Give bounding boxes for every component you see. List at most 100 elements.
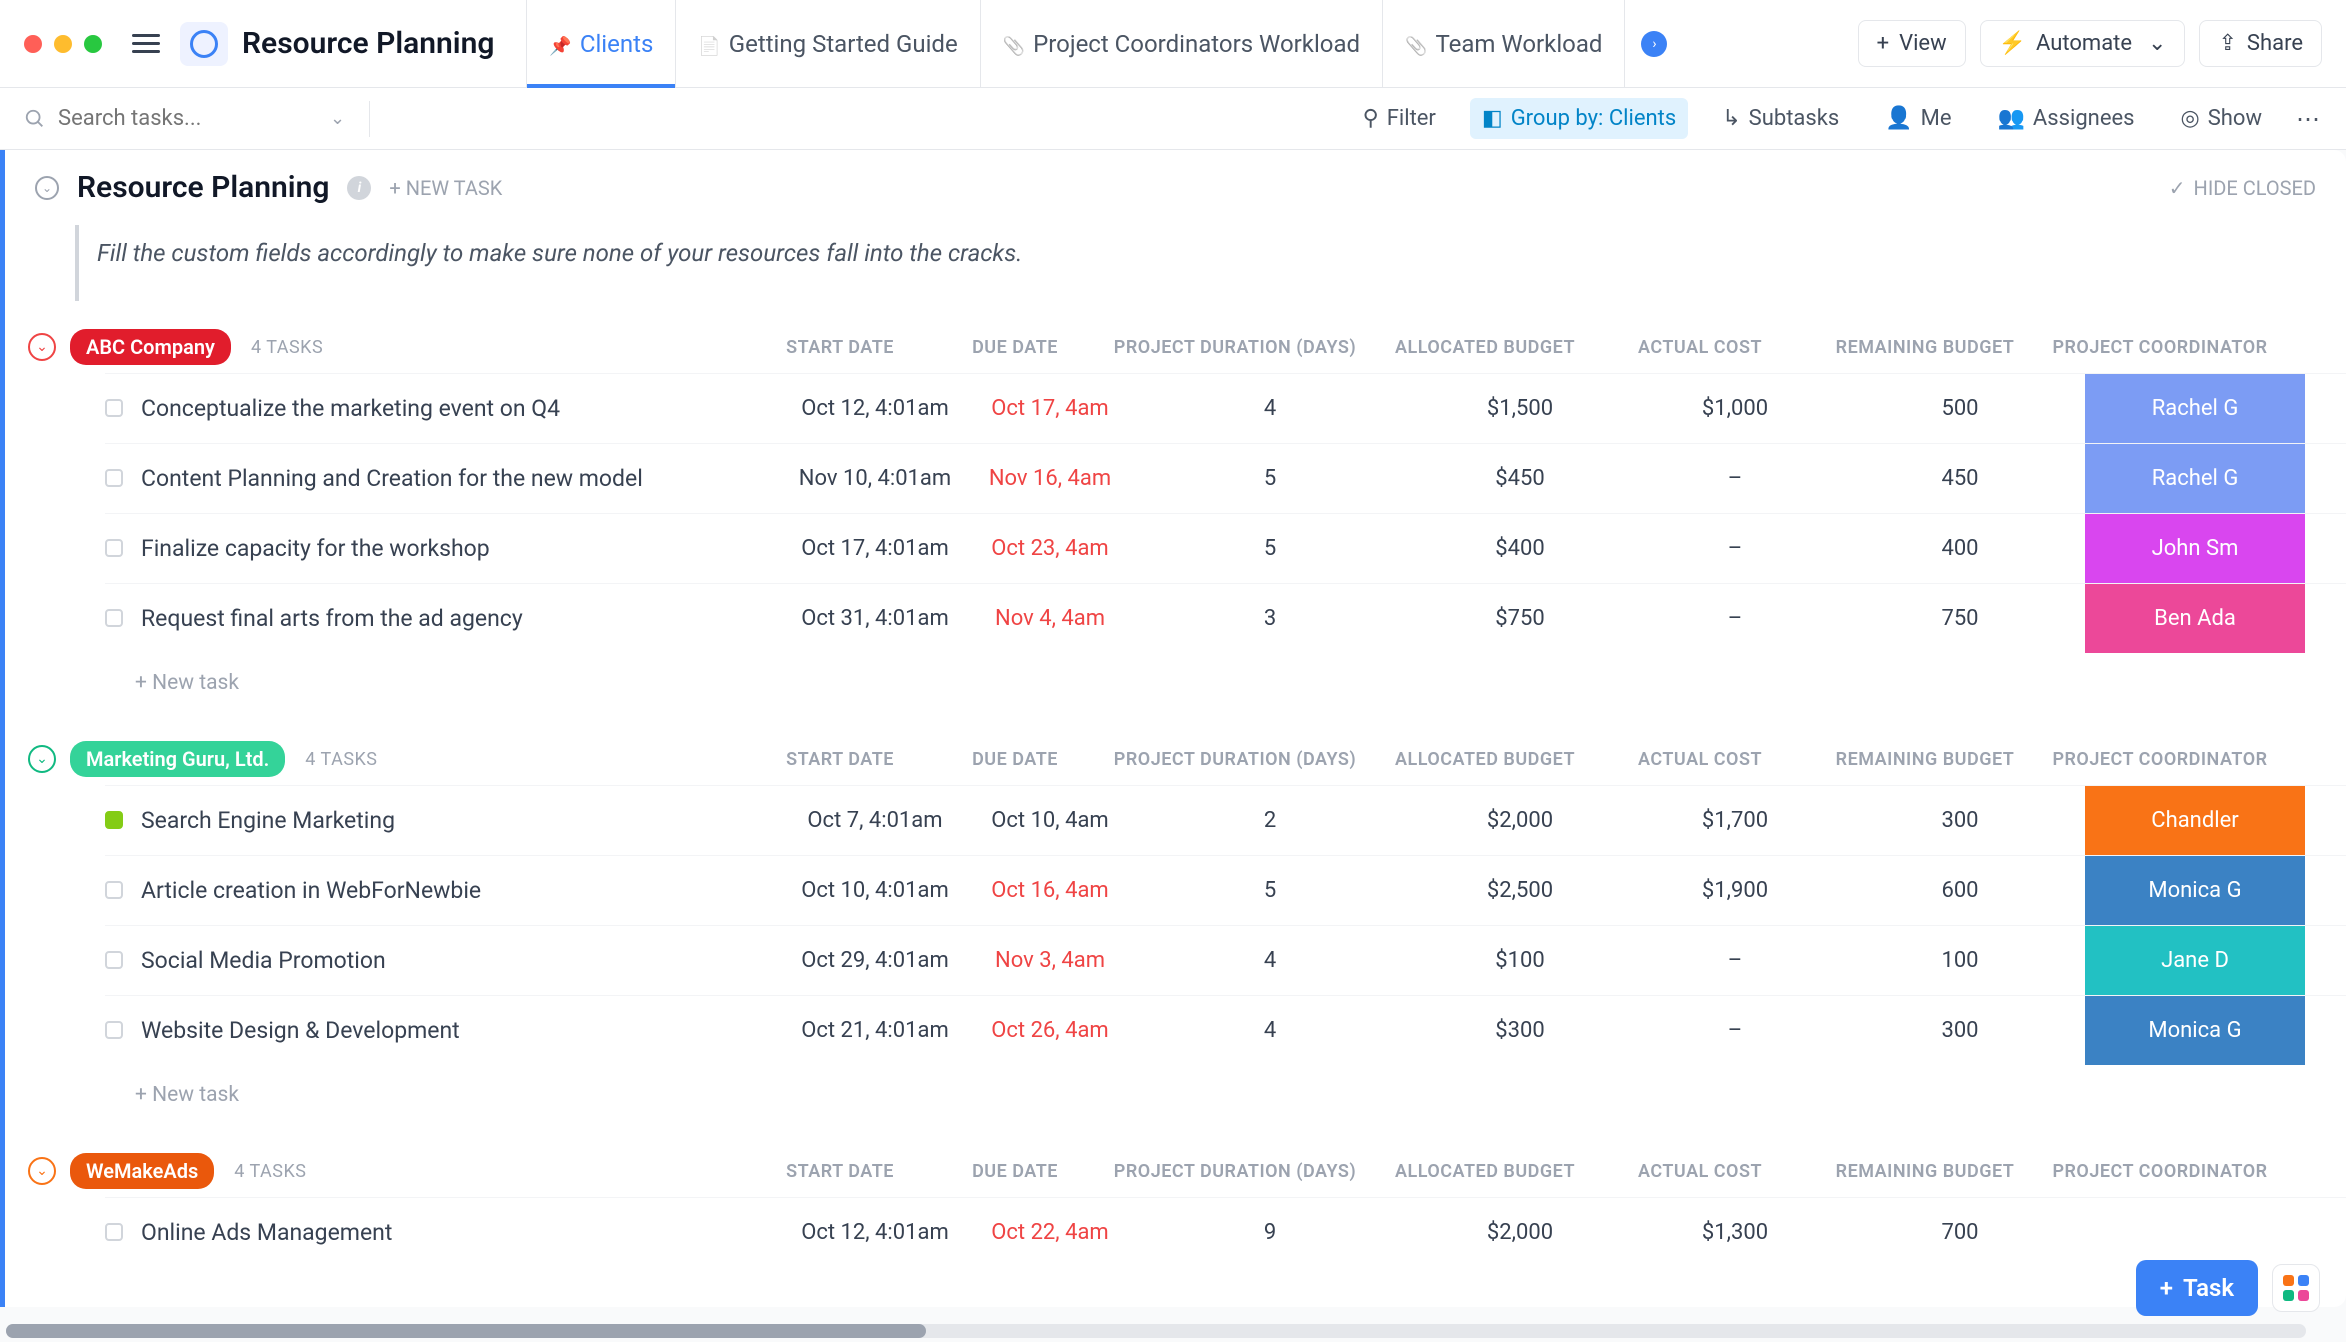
task-row[interactable]: Social Media Promotion Oct 29, 4:01am No… bbox=[105, 925, 2346, 995]
start-date-cell[interactable]: Oct 10, 4:01am bbox=[785, 878, 965, 903]
task-name[interactable]: Request final arts from the ad agency bbox=[141, 603, 523, 634]
allocated-budget-cell[interactable]: $400 bbox=[1405, 536, 1635, 561]
task-name[interactable]: Website Design & Development bbox=[141, 1015, 460, 1046]
maximize-window-button[interactable] bbox=[84, 35, 102, 53]
apps-fab[interactable] bbox=[2272, 1264, 2320, 1312]
task-row[interactable]: Search Engine Marketing Oct 7, 4:01am Oc… bbox=[105, 785, 2346, 855]
task-row[interactable]: Finalize capacity for the workshop Oct 1… bbox=[105, 513, 2346, 583]
task-name[interactable]: Online Ads Management bbox=[141, 1217, 392, 1248]
actual-cost-cell[interactable]: $1,300 bbox=[1635, 1220, 1835, 1245]
coordinator-cell[interactable]: Ben Ada bbox=[2085, 584, 2305, 653]
task-name[interactable]: Content Planning and Creation for the ne… bbox=[141, 463, 643, 494]
horizontal-scrollbar[interactable] bbox=[6, 1324, 2306, 1338]
duration-cell[interactable]: 2 bbox=[1135, 808, 1405, 833]
status-checkbox[interactable] bbox=[105, 1021, 123, 1039]
start-date-cell[interactable]: Oct 29, 4:01am bbox=[785, 948, 965, 973]
remaining-budget-cell[interactable]: 700 bbox=[1835, 1220, 2085, 1245]
duration-cell[interactable]: 5 bbox=[1135, 536, 1405, 561]
task-name[interactable]: Conceptualize the marketing event on Q4 bbox=[141, 393, 560, 424]
status-checkbox[interactable] bbox=[105, 1223, 123, 1241]
status-checkbox[interactable] bbox=[105, 399, 123, 417]
group-collapse-button[interactable]: ⌄ bbox=[28, 333, 56, 361]
coordinator-cell[interactable]: Chandler bbox=[2085, 786, 2305, 855]
actual-cost-cell[interactable]: – bbox=[1635, 606, 1835, 631]
allocated-budget-cell[interactable]: $1,500 bbox=[1405, 396, 1635, 421]
assignees-button[interactable]: 👥Assignees bbox=[1986, 98, 2147, 139]
duration-cell[interactable]: 4 bbox=[1135, 396, 1405, 421]
me-button[interactable]: 👤Me bbox=[1873, 98, 1963, 139]
group-collapse-button[interactable]: ⌄ bbox=[28, 745, 56, 773]
allocated-budget-cell[interactable]: $2,000 bbox=[1405, 808, 1635, 833]
tab-coordinators-workload[interactable]: Project Coordinators Workload bbox=[980, 0, 1382, 88]
minimize-window-button[interactable] bbox=[54, 35, 72, 53]
task-row[interactable]: Article creation in WebForNewbie Oct 10,… bbox=[105, 855, 2346, 925]
task-name[interactable]: Search Engine Marketing bbox=[141, 805, 395, 836]
due-date-cell[interactable]: Oct 23, 4am bbox=[965, 536, 1135, 561]
allocated-budget-cell[interactable]: $100 bbox=[1405, 948, 1635, 973]
info-icon[interactable]: i bbox=[347, 176, 371, 200]
duration-cell[interactable]: 4 bbox=[1135, 1018, 1405, 1043]
due-date-cell[interactable]: Nov 3, 4am bbox=[965, 948, 1135, 973]
coordinator-cell[interactable]: Monica G bbox=[2085, 856, 2305, 925]
status-checkbox[interactable] bbox=[105, 811, 123, 829]
hide-closed-button[interactable]: ✓HIDE CLOSED bbox=[2169, 176, 2316, 200]
group-collapse-button[interactable]: ⌄ bbox=[28, 1157, 56, 1185]
task-row[interactable]: Request final arts from the ad agency Oc… bbox=[105, 583, 2346, 653]
space-icon[interactable] bbox=[180, 22, 228, 66]
task-name[interactable]: Article creation in WebForNewbie bbox=[141, 875, 481, 906]
status-checkbox[interactable] bbox=[105, 609, 123, 627]
start-date-cell[interactable]: Nov 10, 4:01am bbox=[785, 466, 965, 491]
group-name-badge[interactable]: Marketing Guru, Ltd. bbox=[70, 741, 285, 777]
coordinator-cell[interactable]: John Sm bbox=[2085, 514, 2305, 583]
duration-cell[interactable]: 3 bbox=[1135, 606, 1405, 631]
due-date-cell[interactable]: Oct 17, 4am bbox=[965, 396, 1135, 421]
filter-button[interactable]: ⚲Filter bbox=[1351, 98, 1448, 139]
tabs-next-button[interactable]: › bbox=[1624, 0, 1683, 88]
coordinator-cell[interactable]: Monica G bbox=[2085, 996, 2305, 1065]
remaining-budget-cell[interactable]: 100 bbox=[1835, 948, 2085, 973]
allocated-budget-cell[interactable]: $450 bbox=[1405, 466, 1635, 491]
due-date-cell[interactable]: Oct 10, 4am bbox=[965, 808, 1135, 833]
scrollbar-thumb[interactable] bbox=[6, 1324, 926, 1338]
task-name[interactable]: Social Media Promotion bbox=[141, 945, 386, 976]
task-row[interactable]: Website Design & Development Oct 21, 4:0… bbox=[105, 995, 2346, 1065]
remaining-budget-cell[interactable]: 400 bbox=[1835, 536, 2085, 561]
group-name-badge[interactable]: WeMakeAds bbox=[70, 1153, 214, 1189]
remaining-budget-cell[interactable]: 750 bbox=[1835, 606, 2085, 631]
share-button[interactable]: ⇪Share bbox=[2199, 20, 2322, 67]
actual-cost-cell[interactable]: – bbox=[1635, 1018, 1835, 1043]
due-date-cell[interactable]: Oct 22, 4am bbox=[965, 1220, 1135, 1245]
remaining-budget-cell[interactable]: 300 bbox=[1835, 1018, 2085, 1043]
duration-cell[interactable]: 5 bbox=[1135, 878, 1405, 903]
start-date-cell[interactable]: Oct 21, 4:01am bbox=[785, 1018, 965, 1043]
task-name[interactable]: Finalize capacity for the workshop bbox=[141, 533, 490, 564]
tab-getting-started[interactable]: Getting Started Guide bbox=[675, 0, 979, 88]
new-task-header-button[interactable]: + NEW TASK bbox=[389, 176, 502, 200]
coordinator-cell[interactable]: Jane D bbox=[2085, 926, 2305, 995]
start-date-cell[interactable]: Oct 7, 4:01am bbox=[785, 808, 965, 833]
group-name-badge[interactable]: ABC Company bbox=[70, 329, 231, 365]
tab-team-workload[interactable]: Team Workload bbox=[1382, 0, 1624, 88]
tab-clients[interactable]: Clients bbox=[526, 0, 675, 88]
actual-cost-cell[interactable]: – bbox=[1635, 536, 1835, 561]
start-date-cell[interactable]: Oct 12, 4:01am bbox=[785, 1220, 965, 1245]
status-checkbox[interactable] bbox=[105, 539, 123, 557]
status-checkbox[interactable] bbox=[105, 881, 123, 899]
search-box[interactable]: ⌄ bbox=[24, 106, 345, 131]
coordinator-cell[interactable] bbox=[2085, 1198, 2305, 1267]
actual-cost-cell[interactable]: $1,000 bbox=[1635, 396, 1835, 421]
search-input[interactable] bbox=[58, 106, 298, 131]
actual-cost-cell[interactable]: – bbox=[1635, 466, 1835, 491]
automate-button[interactable]: ⚡Automate⌄ bbox=[1980, 20, 2186, 67]
close-window-button[interactable] bbox=[24, 35, 42, 53]
coordinator-cell[interactable]: Rachel G bbox=[2085, 444, 2305, 513]
duration-cell[interactable]: 9 bbox=[1135, 1220, 1405, 1245]
remaining-budget-cell[interactable]: 500 bbox=[1835, 396, 2085, 421]
task-row[interactable]: Content Planning and Creation for the ne… bbox=[105, 443, 2346, 513]
remaining-budget-cell[interactable]: 600 bbox=[1835, 878, 2085, 903]
start-date-cell[interactable]: Oct 12, 4:01am bbox=[785, 396, 965, 421]
allocated-budget-cell[interactable]: $2,000 bbox=[1405, 1220, 1635, 1245]
start-date-cell[interactable]: Oct 17, 4:01am bbox=[785, 536, 965, 561]
menu-button[interactable] bbox=[122, 24, 170, 63]
due-date-cell[interactable]: Nov 16, 4am bbox=[965, 466, 1135, 491]
